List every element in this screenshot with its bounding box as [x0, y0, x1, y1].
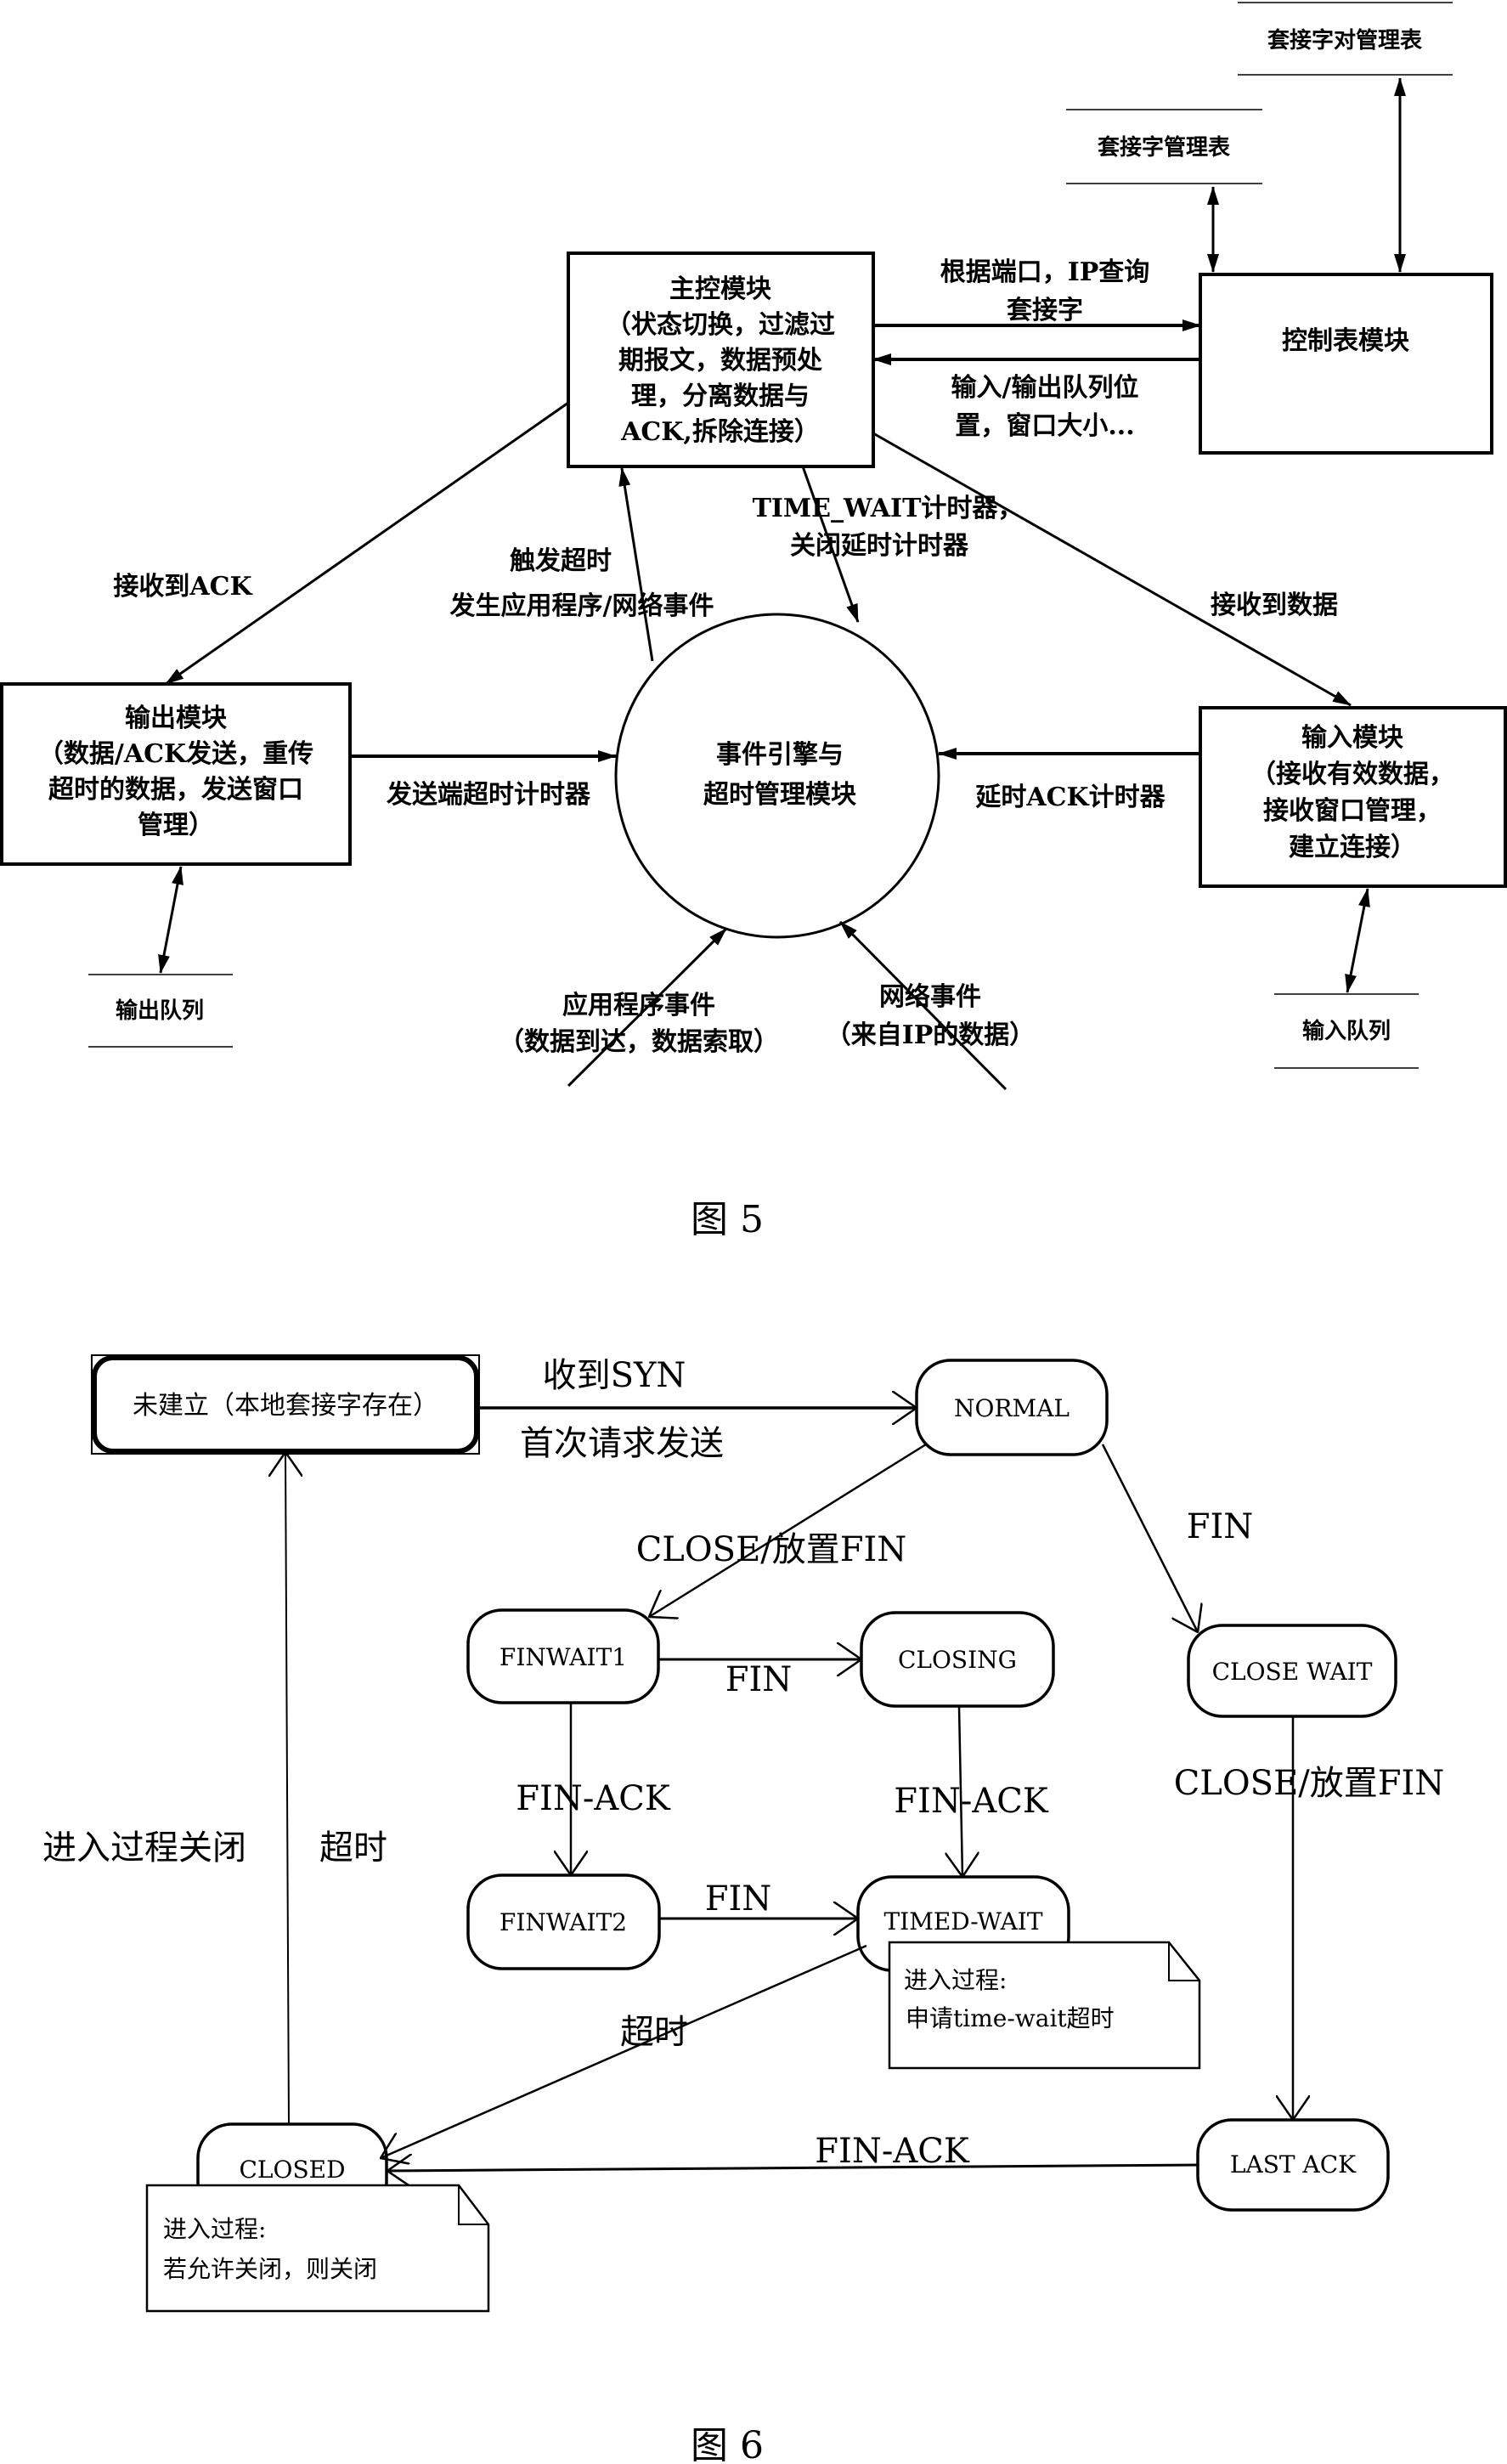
input-module: 输入模块 （接收有效数据， 接收窗口管理， 建立连接） [1199, 706, 1507, 888]
output-module-desc-line: 管理） [138, 811, 214, 840]
event-engine-module: 事件引擎与 超时管理模块 [614, 613, 940, 939]
note-timed-wait-line: 申请time-wait超时 [906, 2004, 1115, 2032]
input-queue-label: 输入队列 [1302, 1018, 1391, 1044]
ack-received-arrow [165, 401, 569, 686]
finack-last-label: FIN-ACK [815, 2132, 970, 2171]
patent-figures: 套接字对管理表 套接字管理表 主控模块 （状态切换，过滤过 期报文，数据预处 理… [0, 2, 1507, 2464]
output-module-desc-line: 超时的数据，发送窗口 [48, 775, 303, 805]
main-control-title: 主控模块 [669, 274, 771, 304]
main-control-desc-line: ACK,拆除连接） [620, 417, 820, 447]
data-received-arrow [872, 432, 1352, 707]
socket-table-label: 套接字管理表 [1098, 134, 1231, 161]
input-queue-link [1345, 888, 1370, 993]
fin-normal-label: FIN [1187, 1507, 1254, 1546]
socket-pair-table: 套接字对管理表 [1238, 2, 1453, 76]
transition-finack-last [387, 2165, 1199, 2171]
state-close-wait: CLOSE WAIT [1187, 1624, 1397, 1718]
state-not-established-label: 未建立（本地套接字存在） [133, 1391, 438, 1421]
trigger-timeout-label: 触发超时 [510, 546, 612, 576]
fin-fw2-label: FIN [705, 1879, 772, 1919]
main-control-desc-line: （状态切换，过滤过 [606, 310, 835, 340]
main-control-module: 主控模块 （状态切换，过滤过 期报文，数据预处 理，分离数据与 ACK,拆除连接… [567, 251, 875, 468]
state-finwait2-label: FINWAIT2 [500, 1908, 627, 1936]
state-last-ack-label: LAST ACK [1230, 2150, 1357, 2179]
figure-6-caption: 图 6 [691, 2424, 764, 2464]
app-event-label: 应用程序事件 [562, 991, 715, 1020]
figure-5: 套接字对管理表 套接字管理表 主控模块 （状态切换，过滤过 期报文，数据预处 理… [0, 2, 1507, 1241]
finack-closing-label: FIN-ACK [894, 1782, 1049, 1821]
input-queue: 输入队列 [1274, 993, 1419, 1069]
figure-6: 未建立（本地套接字存在） NORMAL FINWAIT1 CLOSING CLO… [42, 1354, 1445, 2464]
transition-fin-normal [1101, 1444, 1198, 1632]
state-normal: NORMAL [915, 1359, 1109, 1456]
time-wait-timer-label: TIME_WAIT计时器， [753, 494, 1024, 523]
state-close-wait-label: CLOSE WAIT [1212, 1658, 1373, 1686]
output-module: 输出模块 （数据/ACK发送，重传 超时的数据，发送窗口 管理） [0, 682, 352, 866]
state-finwait1: FINWAIT1 [466, 1608, 660, 1704]
output-queue: 输出队列 [88, 974, 233, 1048]
note-closed: 进入过程: 若允许关闭，则关闭 [145, 2184, 490, 2313]
event-engine-label: 超时管理模块 [703, 780, 856, 810]
state-last-ack: LAST ACK [1196, 2118, 1390, 2212]
event-engine-label: 事件引擎与 [716, 740, 844, 770]
state-closing-label: CLOSING [898, 1646, 1017, 1674]
input-module-desc-line: （接收有效数据， [1250, 760, 1454, 789]
ack-received-label: 接收到ACK [113, 572, 252, 602]
fin-fw1-label: FIN [725, 1660, 793, 1699]
output-module-title: 输出模块 [125, 704, 227, 733]
state-closing: CLOSING [860, 1611, 1055, 1708]
trigger-timeout-label: 发生应用程序/网络事件 [449, 591, 714, 621]
state-timed-wait-label: TIMED-WAIT [883, 1907, 1042, 1936]
net-event-label: 网络事件 [879, 982, 981, 1012]
state-normal-label: NORMAL [954, 1394, 1070, 1422]
output-queue-label: 输出队列 [116, 997, 204, 1024]
note-timed-wait: 进入过程: 申请time-wait超时 [888, 1941, 1201, 2070]
send-timer-label: 发送端超时计时器 [386, 780, 591, 810]
transition-closed-to-initial [285, 1452, 289, 2125]
first-request-label: 首次请求发送 [520, 1424, 724, 1463]
note-timed-wait-line: 进入过程: [904, 1966, 1007, 1994]
main-control-desc-line: 理，分离数据与 [631, 381, 810, 411]
query-socket-label: 根据端口，IP查询 [940, 257, 1150, 287]
socket-pair-table-label: 套接字对管理表 [1267, 27, 1423, 54]
state-finwait2: FINWAIT2 [466, 1873, 661, 1970]
timeout-closed-label: 超时 [319, 1828, 387, 1868]
input-module-title: 输入模块 [1301, 723, 1403, 753]
syn-received-label: 收到SYN [543, 1356, 686, 1395]
socket-table: 套接字管理表 [1066, 109, 1262, 184]
app-event-label: （数据到达，数据索取） [499, 1027, 779, 1057]
input-module-desc-line: 接收窗口管理， [1263, 796, 1442, 826]
close-set-fin-2-label: CLOSE/放置FIN [1174, 1764, 1445, 1803]
control-table-title: 控制表模块 [1282, 326, 1409, 356]
queue-window-label: 置，窗口大小... [955, 411, 1134, 441]
control-table-module: 控制表模块 [1199, 273, 1493, 455]
data-received-label: 接收到数据 [1211, 591, 1338, 620]
enter-close-label: 进入过程关闭 [42, 1828, 246, 1868]
state-not-established: 未建立（本地套接字存在） [91, 1354, 480, 1455]
net-event-label: （来自IP的数据） [826, 1020, 1036, 1050]
output-queue-link [158, 866, 183, 974]
delayed-ack-timer-label: 延时ACK计时器 [974, 783, 1166, 812]
state-finwait1-label: FINWAIT1 [500, 1643, 627, 1671]
query-socket-label: 套接字 [1007, 296, 1083, 325]
transition-timeout-tw [381, 1944, 867, 2158]
figure-5-caption: 图 5 [691, 1198, 764, 1241]
timeout-tw-label: 超时 [620, 2013, 688, 2052]
input-module-desc-line: 建立连接） [1289, 833, 1416, 862]
close-set-fin-label: CLOSE/放置FIN [636, 1530, 907, 1569]
finack-fw1-label: FIN-ACK [516, 1779, 671, 1818]
state-closed-label: CLOSED [239, 2156, 345, 2184]
queue-window-label: 输入/输出队列位 [951, 373, 1139, 403]
trigger-timeout-arrow [618, 467, 654, 662]
time-wait-timer-label: 关闭延时计时器 [790, 531, 969, 561]
note-closed-line: 若允许关闭，则关闭 [163, 2255, 377, 2283]
output-module-desc-line: （数据/ACK发送，重传 [38, 739, 313, 769]
note-closed-line: 进入过程: [163, 2215, 266, 2243]
main-control-desc-line: 期报文，数据预处 [618, 346, 822, 376]
